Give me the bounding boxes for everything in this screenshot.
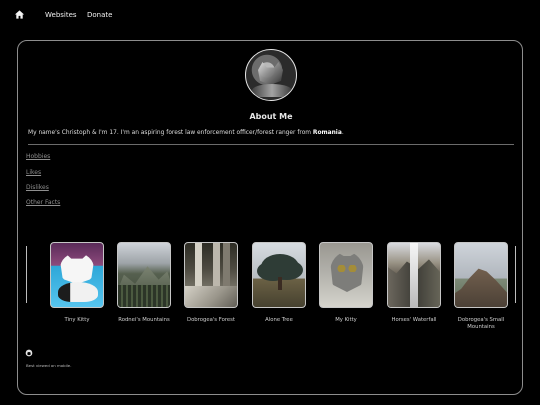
intro-suffix: .	[341, 130, 344, 136]
profile-avatar	[245, 49, 297, 101]
likes-link[interactable]: Likes	[26, 169, 41, 176]
about-me-title: About Me	[249, 112, 293, 121]
gallery-caption: Dobrogea's Forest	[186, 317, 235, 323]
gallery-caption: Tiny Kitty	[64, 317, 90, 323]
hobbies-link[interactable]: Hobbies	[26, 153, 50, 160]
websites-link[interactable]: Websites	[45, 11, 77, 19]
gallery-item-my-kitty[interactable]: My Kitty	[319, 242, 373, 332]
section-divider	[28, 144, 514, 145]
gallery-item-horses-waterfall[interactable]: Horses' Waterfall	[387, 242, 441, 332]
gallery-item-rodnei-mountains[interactable]: Rodnei's Mountains	[117, 242, 171, 332]
home-icon[interactable]	[14, 9, 25, 20]
gallery-item-dobrogea-small-mountains[interactable]: Dobrogea's Small Mountains	[454, 242, 508, 332]
intro-country: Romania	[312, 130, 342, 136]
github-icon[interactable]	[25, 349, 33, 357]
gallery-item-alone-tree[interactable]: Alone Tree	[252, 242, 306, 332]
dobrogea-small-mountains-photo[interactable]	[454, 242, 508, 308]
horses-waterfall-photo[interactable]	[387, 242, 441, 308]
donate-link[interactable]: Donate	[87, 11, 112, 19]
gallery-caption: Rodnei's Mountains	[118, 317, 170, 323]
gallery-scroll-left-edge	[26, 246, 27, 303]
profile-intro: My name's Christoph & I'm 17. I'm an asp…	[28, 130, 344, 136]
my-kitty-photo[interactable]	[319, 242, 373, 308]
gallery-item-tiny-kitty[interactable]: Tiny Kitty	[50, 242, 104, 332]
photo-gallery: Tiny Kitty Rodnei's Mountains Dobrogea's…	[26, 242, 516, 334]
profile-card: About Me My name's Christoph & I'm 17. I…	[17, 40, 523, 395]
intro-prefix: My name's Christoph & I'm 17. I'm an asp…	[28, 130, 313, 136]
gallery-caption: Alone Tree	[265, 317, 293, 323]
gallery-caption: My Kitty	[335, 317, 357, 323]
footer-note: Best viewed on mobile.	[26, 363, 72, 368]
other-facts-link[interactable]: Other Facts	[26, 199, 60, 206]
gallery-caption: Dobrogea's Small Mountains	[457, 317, 505, 330]
rodnei-mountains-photo[interactable]	[117, 242, 171, 308]
gallery-caption: Horses' Waterfall	[391, 317, 437, 323]
gallery-item-dobrogea-forest[interactable]: Dobrogea's Forest	[184, 242, 238, 332]
alone-tree-photo[interactable]	[252, 242, 306, 308]
top-navigation: Websites Donate	[0, 0, 540, 32]
gallery-scroll-right-edge	[515, 246, 516, 303]
dobrogea-forest-photo[interactable]	[184, 242, 238, 308]
tiny-kitty-photo[interactable]	[50, 242, 104, 308]
dislikes-link[interactable]: Dislikes	[26, 184, 49, 191]
